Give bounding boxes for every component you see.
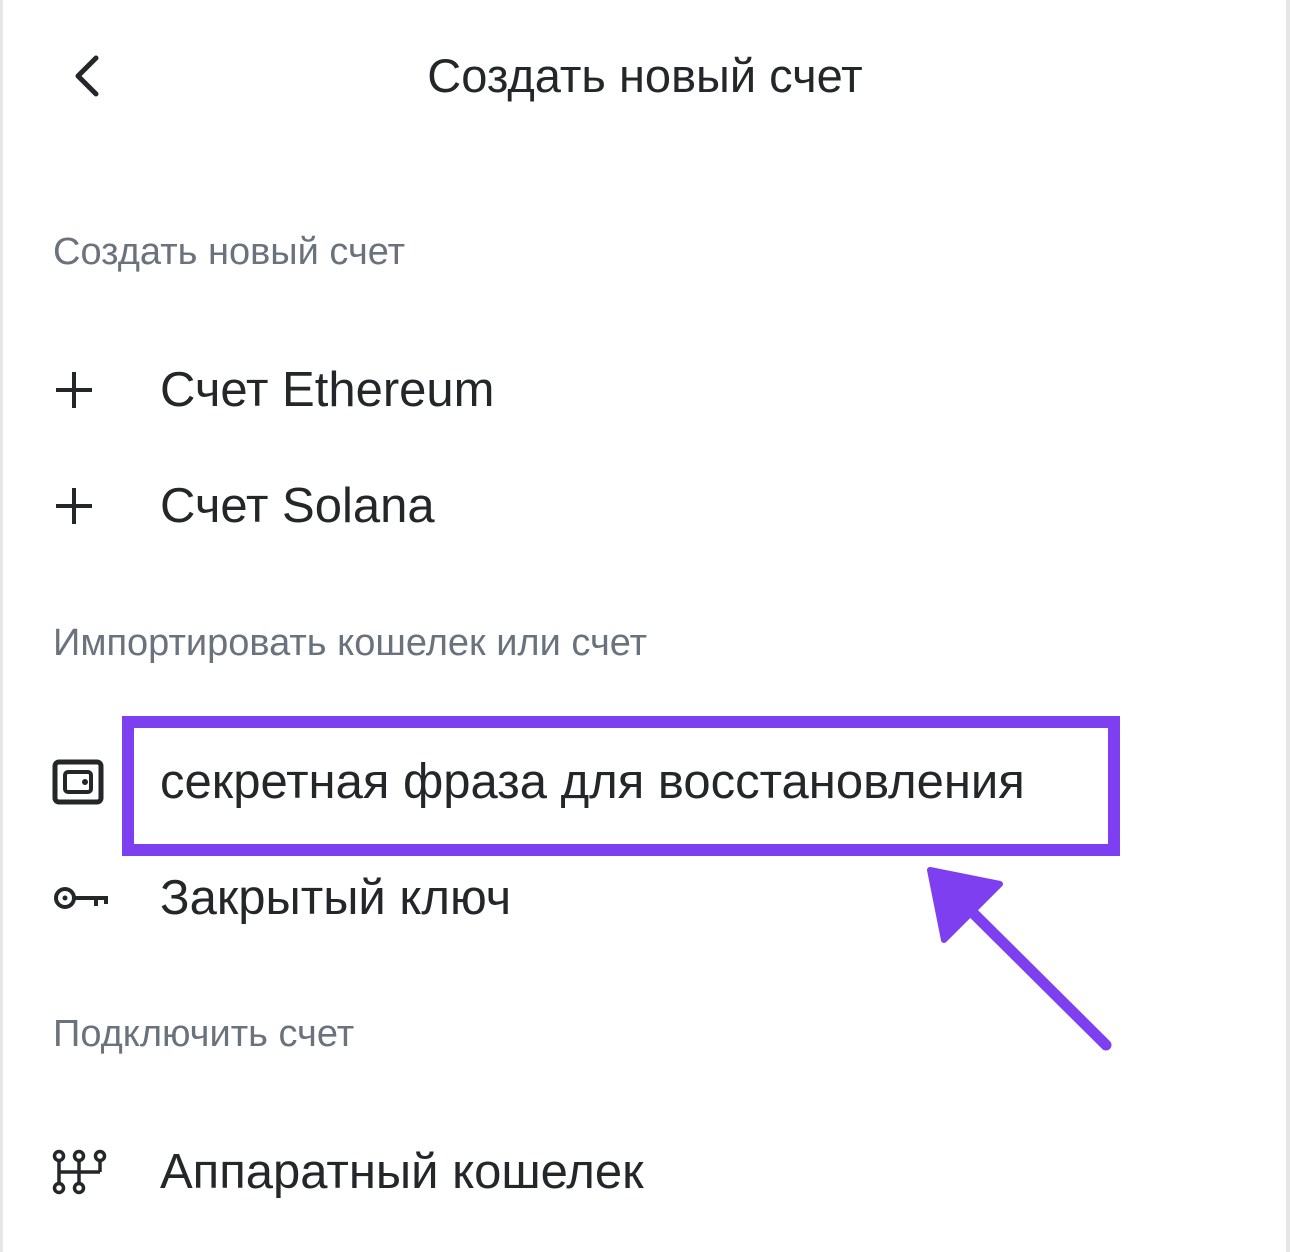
section-heading-import: Импортировать кошелек или счет (53, 622, 648, 664)
left-edge-border (0, 0, 3, 1252)
wallet-icon (40, 736, 160, 828)
section-heading-connect: Подключить счет (53, 1013, 355, 1055)
menu-item-label: Счет Solana (160, 479, 435, 533)
menu-item-label: Счет Ethereum (160, 363, 495, 417)
key-icon (40, 852, 160, 944)
menu-item-hardware-wallet[interactable]: Аппаратный кошелек (40, 1126, 1220, 1218)
menu-item-secret-recovery-phrase[interactable]: секретная фраза для восстановления (40, 736, 1220, 828)
menu-item-label: секретная фраза для восстановления (160, 755, 1025, 809)
section-heading-create: Создать новый счет (53, 231, 406, 273)
menu-item-solana-account[interactable]: Счет Solana (40, 460, 1220, 552)
menu-item-label: Аппаратный кошелек (160, 1145, 644, 1199)
plus-icon (40, 460, 160, 552)
menu-item-private-key[interactable]: Закрытый ключ (40, 852, 1220, 944)
plus-icon (40, 344, 160, 436)
page-title: Создать новый счет (427, 49, 863, 102)
hardware-wallet-icon (40, 1126, 160, 1218)
menu-item-ethereum-account[interactable]: Счет Ethereum (40, 344, 1220, 436)
menu-item-label: Закрытый ключ (160, 871, 512, 925)
right-edge-border (1286, 0, 1290, 1252)
